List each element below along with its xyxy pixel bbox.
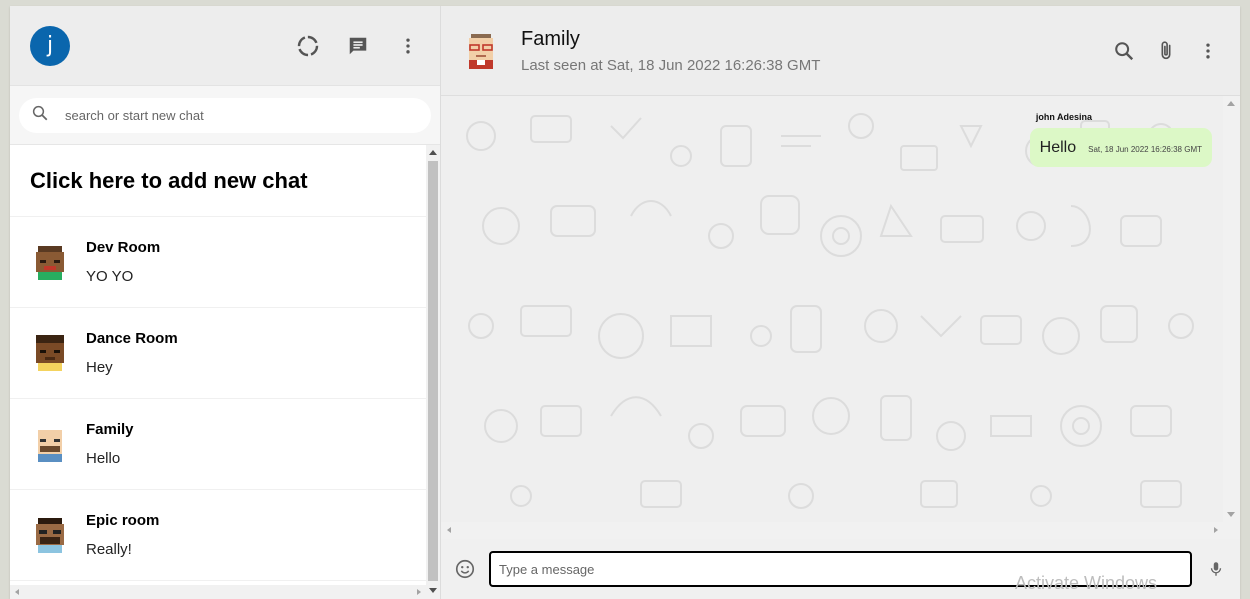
search-box: [19, 97, 431, 133]
chat-scrollbar[interactable]: [1223, 96, 1240, 539]
chat-last-message: Hello: [86, 450, 121, 467]
pixel-avatar-family: [38, 430, 62, 462]
scroll-thumb[interactable]: [428, 161, 438, 581]
chat-name: Family: [86, 421, 134, 438]
chat-header-actions: [1112, 39, 1220, 63]
chat-last-message: Really!: [86, 541, 132, 558]
activate-windows-watermark: Activate Windows: [1015, 573, 1158, 593]
chat-info: Dance Room Hey: [86, 330, 178, 376]
search-bar: [10, 86, 440, 145]
message: john Adesina Hello Sat, 18 Jun 2022 16:2…: [1029, 112, 1212, 167]
sidebar-actions: [296, 34, 420, 58]
chat-item-dance-room[interactable]: Dance Room Hey: [10, 308, 426, 399]
chat-name: Epic room: [86, 512, 160, 529]
scroll-down-arrow[interactable]: [1227, 512, 1235, 517]
add-new-chat[interactable]: Click here to add new chat: [10, 145, 426, 217]
chat-bubble-icon[interactable]: [346, 34, 370, 58]
message-text: Hello: [1039, 139, 1077, 156]
chat-info: Epic room Really!: [86, 512, 159, 558]
pixel-avatar-dev: [36, 246, 64, 280]
message-author: john Adesina: [1035, 112, 1092, 122]
search-input[interactable]: [63, 106, 419, 124]
chat-panel: Family Last seen at Sat, 18 Jun 2022 16:…: [441, 6, 1240, 599]
chat-name: Dev Room: [86, 239, 161, 256]
chat-info: Family Hello: [86, 421, 134, 467]
chat-body: john Adesina Hello Sat, 18 Jun 2022 16:2…: [441, 96, 1240, 539]
sidebar-horizontal-scrollbar[interactable]: [10, 585, 426, 599]
search-icon[interactable]: [1112, 39, 1136, 63]
paperclip-icon[interactable]: [1154, 39, 1178, 63]
chat-title: Family: [521, 27, 580, 50]
emoji-icon[interactable]: [453, 557, 477, 581]
pixel-avatar-epic: [36, 518, 64, 553]
chat-info: Dev Room YO YO: [86, 239, 160, 285]
scroll-up-arrow[interactable]: [1227, 101, 1235, 106]
sidebar-header: j: [10, 6, 440, 86]
chat-last-message: Hey: [86, 359, 113, 376]
chat-horizontal-scrollbar[interactable]: [441, 522, 1224, 539]
scroll-left-arrow[interactable]: [15, 589, 19, 595]
chat-item-epic-room[interactable]: Epic room Really!: [10, 490, 426, 581]
chat-header-info: Family Last seen at Sat, 18 Jun 2022 16:…: [521, 28, 820, 74]
chat-item-family[interactable]: Family Hello: [10, 399, 426, 490]
message-bubble[interactable]: Hello Sat, 18 Jun 2022 16:26:38 GMT: [1029, 128, 1212, 167]
last-seen: Last seen at Sat, 18 Jun 2022 16:26:38 G…: [521, 56, 821, 74]
pixel-avatar-dance: [36, 335, 64, 371]
status-ring-icon[interactable]: [296, 34, 320, 58]
message-timestamp: Sat, 18 Jun 2022 16:26:38 GMT: [1088, 145, 1202, 154]
chat-header-avatar[interactable]: [461, 31, 501, 71]
scroll-left-arrow[interactable]: [447, 527, 451, 533]
chat-item-dev-room[interactable]: Dev Room YO YO: [10, 217, 426, 308]
chat-list: Click here to add new chat Dev Room YO Y…: [10, 145, 440, 599]
scroll-right-arrow[interactable]: [417, 589, 421, 595]
more-vert-icon[interactable]: [396, 34, 420, 58]
mic-icon[interactable]: [1204, 557, 1228, 581]
more-vert-icon[interactable]: [1196, 39, 1220, 63]
sidebar-scrollbar[interactable]: [426, 145, 440, 599]
scroll-right-arrow[interactable]: [1214, 527, 1218, 533]
user-avatar[interactable]: j: [30, 25, 70, 66]
chat-last-message: YO YO: [86, 268, 134, 285]
chat-header: Family Last seen at Sat, 18 Jun 2022 16:…: [441, 6, 1240, 96]
scroll-up-arrow[interactable]: [429, 150, 437, 155]
chat-name: Dance Room: [86, 330, 178, 347]
sidebar: j Click here to add: [10, 6, 441, 599]
search-icon: [31, 104, 49, 127]
scroll-down-arrow[interactable]: [429, 588, 437, 593]
chat-app: j Click here to add: [10, 6, 1240, 599]
